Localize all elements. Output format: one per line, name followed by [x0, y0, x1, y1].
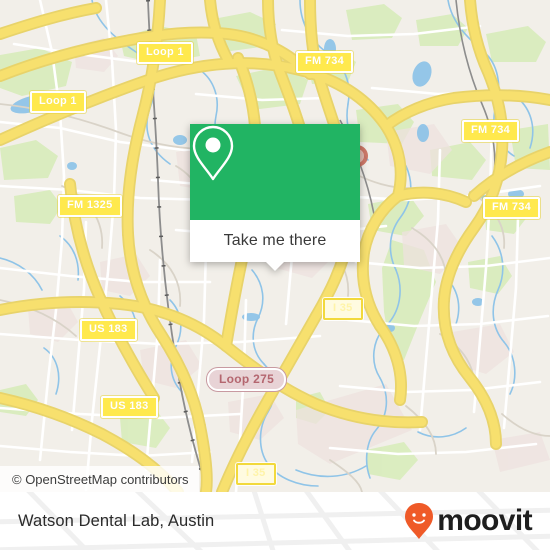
osm-attribution[interactable]: © OpenStreetMap contributors — [0, 466, 199, 492]
map-pin-icon — [192, 125, 234, 181]
poi-card-pointer — [265, 261, 285, 271]
shield-fm-734-right-lower[interactable]: FM 734 — [483, 197, 541, 219]
map-canvas[interactable]: Loop 1 Loop 1 FM 734 FM 734 FM 734 FM 13… — [0, 0, 550, 492]
shield-loop-275[interactable]: Loop 275 — [207, 368, 287, 391]
shield-fm-734-right[interactable]: FM 734 — [462, 120, 520, 142]
shield-i-35-lower[interactable]: I 35 — [236, 463, 276, 485]
moovit-logo[interactable]: moovit — [404, 502, 533, 540]
shield-us-183-upper[interactable]: US 183 — [80, 319, 137, 341]
footer-bar: Watson Dental Lab, Austin moovit — [0, 492, 550, 550]
poi-card-marker-panel — [190, 124, 360, 220]
shield-loop-1-lower[interactable]: Loop 1 — [30, 91, 86, 113]
moovit-map-screen: Loop 1 Loop 1 FM 734 FM 734 FM 734 FM 13… — [0, 0, 550, 550]
moovit-wordmark: moovit — [437, 504, 532, 537]
shield-i-35-upper[interactable]: I 35 — [323, 298, 363, 320]
shield-loop-1-upper[interactable]: Loop 1 — [137, 42, 193, 64]
poi-popup-card[interactable]: Take me there — [190, 124, 360, 271]
shield-fm-734-top[interactable]: FM 734 — [296, 51, 354, 73]
shield-fm-1325[interactable]: FM 1325 — [58, 195, 122, 217]
attribution-text: © OpenStreetMap contributors — [12, 471, 189, 487]
poi-card-action-bar[interactable]: Take me there — [190, 220, 360, 271]
moovit-pin-smiley-icon — [405, 503, 434, 539]
take-me-there-label: Take me there — [223, 232, 327, 249]
place-title: Watson Dental Lab, Austin — [18, 511, 215, 530]
shield-us-183-lower[interactable]: US 183 — [101, 396, 158, 418]
